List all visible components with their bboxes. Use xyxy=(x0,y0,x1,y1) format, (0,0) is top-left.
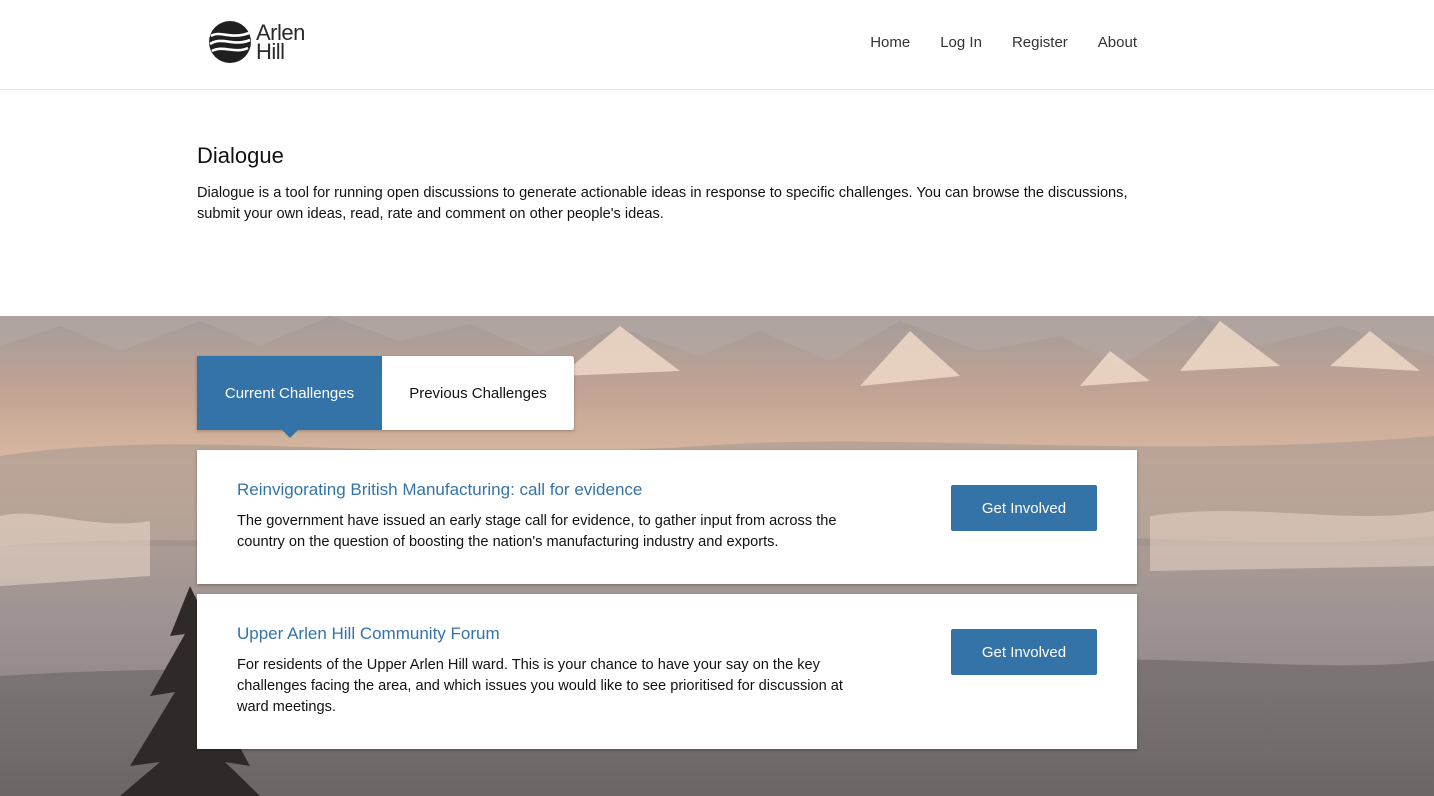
challenge-card: Upper Arlen Hill Community Forum For res… xyxy=(197,594,1137,749)
main-nav: Home Log In Register About xyxy=(870,34,1137,51)
get-involved-button[interactable]: Get Involved xyxy=(951,485,1097,531)
nav-home-link[interactable]: Home xyxy=(870,34,910,51)
challenge-title-link[interactable]: Reinvigorating British Manufacturing: ca… xyxy=(237,480,642,500)
top-navbar: Arlen Hill Home Log In Register About xyxy=(0,0,1434,90)
logo-text: Arlen Hill xyxy=(256,22,305,63)
challenges-section: Current Challenges Previous Challenges R… xyxy=(0,316,1434,796)
challenge-card: Reinvigorating British Manufacturing: ca… xyxy=(197,450,1137,584)
page-title: Dialogue xyxy=(197,143,284,168)
nav-register-link[interactable]: Register xyxy=(1012,34,1068,51)
challenge-description: The government have issued an early stag… xyxy=(237,513,837,550)
tab-current-challenges[interactable]: Current Challenges xyxy=(197,356,382,438)
nav-about-link[interactable]: About xyxy=(1098,34,1137,51)
get-involved-button[interactable]: Get Involved xyxy=(951,629,1097,675)
nav-login-link[interactable]: Log In xyxy=(940,34,982,51)
challenge-title-link[interactable]: Upper Arlen Hill Community Forum xyxy=(237,624,500,644)
challenge-description: For residents of the Upper Arlen Hill wa… xyxy=(237,657,843,715)
logo[interactable]: Arlen Hill xyxy=(208,19,318,65)
challenge-tabs: Current Challenges Previous Challenges xyxy=(197,356,574,438)
intro-section: Dialogue Dialogue is a tool for running … xyxy=(197,143,1142,225)
logo-icon xyxy=(209,21,251,63)
tab-previous-challenges[interactable]: Previous Challenges xyxy=(382,356,574,430)
page-description: Dialogue is a tool for running open disc… xyxy=(197,185,1128,222)
